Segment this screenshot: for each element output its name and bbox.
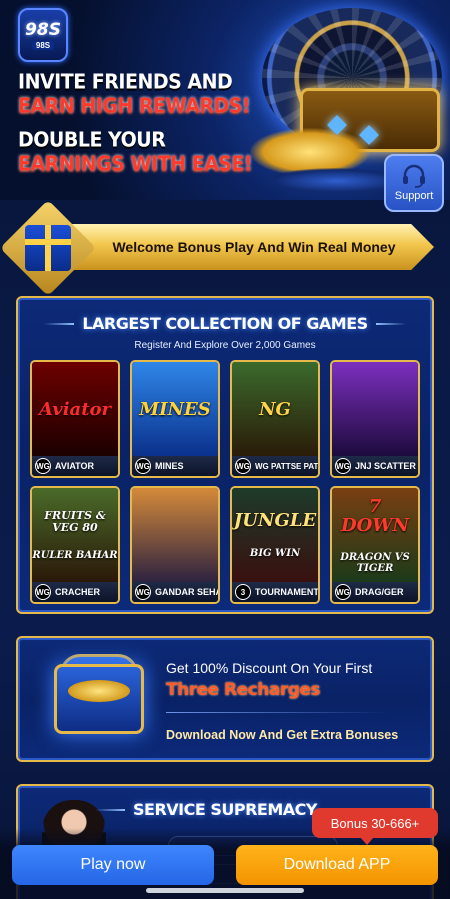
games-title-row: LARGEST COLLECTION OF GAMES	[18, 314, 432, 333]
game-art-title: Aviator	[39, 398, 111, 420]
game-art-title: FRUITS & VEG 80	[44, 509, 106, 534]
game-tile[interactable]: JUNGLE BIG WIN 3 TOURNAMENT	[230, 486, 320, 604]
title-divider-left	[95, 808, 125, 811]
game-thumbnail: Aviator	[32, 362, 118, 458]
chest-gold	[68, 680, 130, 702]
logo-subtext: 98S	[31, 41, 55, 50]
game-name: TOURNAMENT	[255, 587, 319, 597]
hero-line-2: EARN HIGH REWARDS!	[18, 94, 251, 118]
game-name: MINES	[155, 461, 184, 471]
support-button[interactable]: Support	[384, 154, 444, 212]
provider-badge: WG	[35, 584, 51, 600]
game-grid: Aviator WG AVIATOR MINES WG MINES NG WG WG PATTS…	[30, 360, 422, 604]
hero-line-3: DOUBLE YOUR	[18, 128, 166, 152]
hero-line-1: INVITE FRIENDS AND	[18, 70, 233, 94]
provider-badge: WG	[335, 584, 351, 600]
game-art-title: NG	[259, 398, 291, 420]
game-thumbnail	[132, 488, 218, 584]
provider-badge: WG	[135, 458, 151, 474]
game-tile[interactable]: MINES WG MINES	[130, 360, 220, 478]
game-thumbnail: MINES	[132, 362, 218, 458]
provider-badge: WG	[35, 458, 51, 474]
game-tile-footer: WG WG PATTSE PATTI	[232, 456, 318, 476]
game-art-title: 7 DOWN	[341, 495, 409, 536]
title-divider-left	[44, 322, 75, 325]
welcome-bar: Welcome Bonus Play And Win Real Money	[54, 224, 434, 270]
play-now-button[interactable]: Play now	[12, 845, 214, 885]
game-tile-footer: WG CRACHER	[32, 582, 118, 602]
discount-line-2: Three Recharges	[166, 680, 321, 700]
game-name: WG PATTSE PATTI	[255, 461, 320, 471]
game-art-subtitle: RULER BAHAR	[32, 550, 118, 562]
game-tile[interactable]: WG JNJ SCATTER	[330, 360, 420, 478]
game-name: GANDAR SEHAR	[155, 587, 218, 597]
service-title: SERVICE SUPREMACY	[133, 800, 317, 819]
title-divider-right	[375, 322, 406, 325]
game-tile[interactable]: Aviator WG AVIATOR	[30, 360, 120, 478]
discount-line-3: Download Now And Get Extra Bonuses	[166, 728, 399, 742]
game-name: CRACHER	[55, 587, 100, 597]
provider-badge: WG	[235, 458, 251, 474]
logo-text: 98S	[25, 20, 61, 40]
game-tile-footer: 3 TOURNAMENT	[232, 582, 318, 602]
provider-badge: 3	[235, 584, 251, 600]
game-thumbnail: FRUITS & VEG 80 RULER BAHAR	[32, 488, 118, 584]
game-tile[interactable]: WG GANDAR SEHAR	[130, 486, 220, 604]
game-art-title: MINES	[139, 398, 211, 420]
page: 98S 98S INVITE FRIENDS AND EARN HIGH REW…	[0, 0, 450, 899]
game-name: AVIATOR	[55, 461, 95, 471]
game-thumbnail	[332, 362, 418, 458]
game-thumbnail: 7 DOWN DRAGON VS TIGER	[332, 488, 418, 584]
game-tile-footer: WG AVIATOR	[32, 456, 118, 476]
game-tile-footer: WG MINES	[132, 456, 218, 476]
hero-banner[interactable]: 98S 98S INVITE FRIENDS AND EARN HIGH REW…	[0, 0, 450, 200]
game-art-subtitle: DRAGON VS TIGER	[340, 552, 410, 574]
game-name: DRAG/GER	[355, 587, 404, 597]
game-tile-footer: WG DRAG/GER	[332, 582, 418, 602]
game-art-title: JUNGLE	[233, 510, 317, 532]
discount-line-1: Get 100% Discount On Your First	[166, 660, 373, 676]
discount-divider	[166, 712, 388, 713]
game-name: JNJ SCATTER	[355, 461, 416, 471]
hero-line-4: EARNINGS WITH EASE!	[18, 152, 253, 176]
home-indicator	[146, 888, 304, 893]
game-tile-footer: WG GANDAR SEHAR	[132, 582, 218, 602]
games-collection-panel: LARGEST COLLECTION OF GAMES Register And…	[16, 296, 434, 614]
download-app-button[interactable]: Download APP	[236, 845, 438, 885]
game-art-subtitle: BIG WIN	[249, 548, 301, 560]
welcome-bonus-banner[interactable]: Welcome Bonus Play And Win Real Money	[0, 199, 434, 297]
game-tile[interactable]: FRUITS & VEG 80 RULER BAHAR WG CRACHER	[30, 486, 120, 604]
game-thumbnail: NG	[232, 362, 318, 458]
welcome-text: Welcome Bonus Play And Win Real Money	[112, 239, 396, 255]
support-label: Support	[394, 190, 434, 202]
games-subtitle: Register And Explore Over 2,000 Games	[134, 340, 316, 351]
brand-logo[interactable]: 98S 98S	[18, 8, 68, 62]
provider-badge: WG	[135, 584, 151, 600]
game-tile[interactable]: 7 DOWN DRAGON VS TIGER WG DRAG/GER	[330, 486, 420, 604]
game-thumbnail: JUNGLE BIG WIN	[232, 488, 318, 584]
gift-box-icon	[0, 199, 97, 297]
games-title: LARGEST COLLECTION OF GAMES	[82, 314, 368, 333]
game-tile-footer: WG JNJ SCATTER	[332, 456, 418, 476]
headset-icon	[403, 164, 425, 188]
bonus-badge: Bonus 30-666+	[312, 808, 438, 845]
game-tile[interactable]: NG WG WG PATTSE PATTI	[230, 360, 320, 478]
discount-panel[interactable]: Get 100% Discount On Your First Three Re…	[16, 636, 434, 762]
provider-badge: WG	[335, 458, 351, 474]
